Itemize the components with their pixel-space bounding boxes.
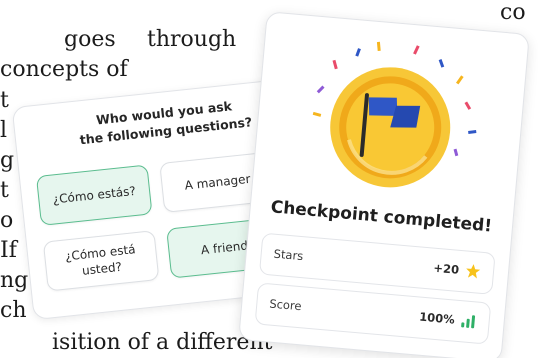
bg-text-bottom-line: isition of a different — [52, 330, 273, 355]
answer-option-como-esta-usted[interactable]: ¿Cómo está usted? — [42, 230, 160, 292]
bg-text-fragment: If — [0, 238, 17, 263]
checkpoint-card: Checkpoint completed! Stars +20 Score 10… — [238, 11, 530, 358]
bg-text-concepts-of: concepts of — [0, 57, 128, 82]
celebration-graphic — [252, 20, 528, 212]
signal-bars-icon — [461, 315, 476, 329]
score-label: Score — [268, 296, 303, 314]
answer-option-label: ¿Cómo estás? — [52, 183, 137, 207]
page: goes through concepts of co t l g t o If… — [0, 0, 538, 358]
bg-text-fragment: ng — [0, 268, 29, 293]
star-icon — [466, 264, 481, 279]
answer-option-label: A manager — [184, 171, 252, 193]
bg-text-fragment: l — [0, 118, 8, 143]
score-value: 100% — [418, 309, 456, 327]
answer-option-label: A friend — [200, 238, 249, 258]
bg-text-fragment: t — [0, 178, 9, 203]
stars-label: Stars — [273, 246, 304, 264]
bg-text-fragment: t — [0, 88, 9, 113]
bg-text-fragment: o — [0, 208, 14, 233]
bg-text-fragment: g — [0, 148, 15, 173]
medal-icon — [312, 41, 477, 188]
bg-text-through: through — [147, 27, 237, 52]
bg-text-co: co — [500, 0, 526, 25]
answer-option-label: ¿Cómo está usted? — [64, 242, 137, 278]
bg-text-goes: goes — [64, 27, 116, 52]
answer-option-como-estas[interactable]: ¿Cómo estás? — [35, 164, 153, 226]
bg-text-fragment: ch — [0, 298, 27, 323]
quiz-question: Who would you ask the following question… — [64, 94, 267, 151]
stars-value: +20 — [432, 260, 460, 277]
